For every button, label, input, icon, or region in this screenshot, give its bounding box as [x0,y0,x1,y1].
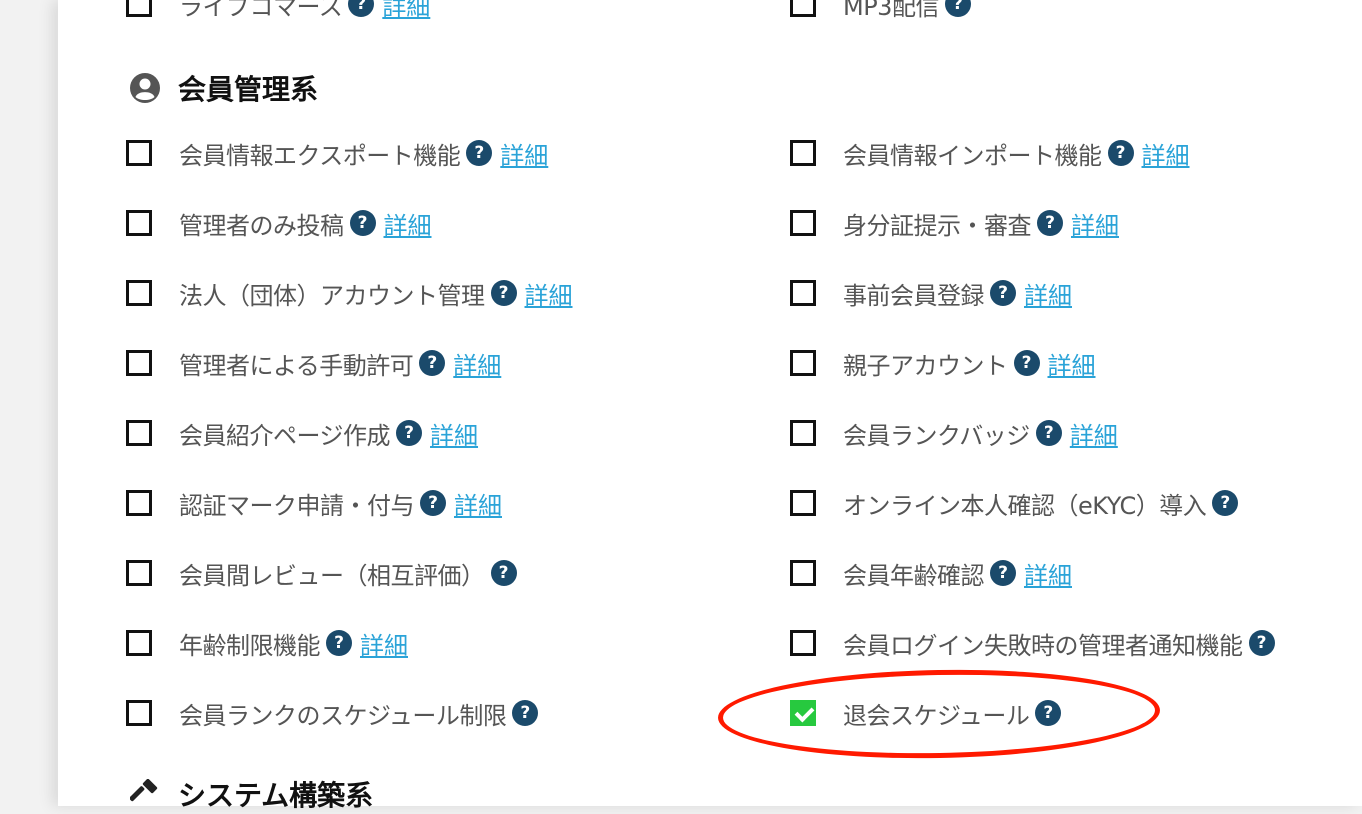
detail-link[interactable]: 詳細 [1048,346,1096,381]
option-label: 認証マーク申請・付与 [179,491,415,520]
option-row[interactable]: 年齢制限機能? 詳細 [126,623,408,663]
option-row[interactable]: 会員情報インポート機能? 詳細 [790,133,1190,173]
section-title: システム構築系 [178,779,374,812]
option-row[interactable]: 管理者による手動許可? 詳細 [126,343,501,383]
help-icon[interactable]: ? [1212,490,1239,516]
checkbox[interactable] [790,560,816,586]
checkbox[interactable] [790,630,816,656]
option-label: 会員紹介ページ作成 [179,421,391,450]
detail-link[interactable]: 詳細 [525,276,573,311]
option-live-commerce[interactable]: ライブコマース ? 詳細 [126,0,430,24]
checkbox[interactable] [790,350,816,376]
option-label: 身分証提示・審査 [843,211,1032,240]
checkbox[interactable] [126,490,152,516]
help-icon[interactable]: ? [990,560,1016,586]
checkbox[interactable] [126,560,152,586]
option-row[interactable]: オンライン本人確認（eKYC）導入? [790,483,1239,523]
option-label: 会員情報インポート機能 [843,141,1102,170]
help-icon[interactable]: ? [512,700,539,726]
option-mp3[interactable]: MP3配信 ? [790,0,971,24]
detail-link[interactable]: 詳細 [382,0,430,22]
detail-link[interactable]: 詳細 [1071,206,1119,241]
option-label: 会員ログイン失敗時の管理者通知機能 [843,631,1243,660]
detail-link[interactable]: 詳細 [1070,416,1118,451]
option-label: 会員間レビュー（相互評価） [179,561,485,590]
section-header-system: システム構築系 [130,774,373,814]
option-label: 法人（団体）アカウント管理 [179,281,485,310]
help-icon[interactable]: ? [490,280,517,306]
help-icon[interactable]: ? [1035,420,1062,446]
checkbox[interactable] [126,140,152,166]
option-label: 親子アカウント [843,351,1008,380]
checkbox[interactable] [126,630,152,656]
checkbox[interactable] [126,210,152,236]
option-row[interactable]: 事前会員登録? 詳細 [790,273,1072,313]
help-icon[interactable]: ? [396,420,423,446]
help-icon[interactable]: ? [1248,630,1275,656]
option-label: 管理者による手動許可 [179,351,414,380]
option-row[interactable]: 認証マーク申請・付与? 詳細 [126,483,502,523]
option-row[interactable]: 会員ログイン失敗時の管理者通知機能? [790,623,1275,663]
user-circle-icon [130,73,160,103]
option-label: 会員ランクのスケジュール制限 [179,701,507,730]
option-label: 年齢制限機能 [179,631,321,660]
help-icon[interactable]: ? [326,630,352,656]
section-header-member: 会員管理系 [130,68,318,108]
detail-link[interactable]: 詳細 [453,346,501,381]
checkbox[interactable] [126,0,152,17]
detail-link[interactable]: 詳細 [1142,136,1190,171]
option-row[interactable]: 親子アカウント? 詳細 [790,343,1096,383]
option-row[interactable]: 会員間レビュー（相互評価）? [126,553,517,593]
option-label: 会員情報エクスポート機能 [179,141,461,170]
option-row[interactable]: 会員年齢確認? 詳細 [790,553,1072,593]
option-row[interactable]: 会員紹介ページ作成? 詳細 [126,413,478,453]
option-row[interactable]: 管理者のみ投稿? 詳細 [126,203,432,243]
section-title: 会員管理系 [178,73,319,106]
detail-link[interactable]: 詳細 [1024,556,1072,591]
option-row[interactable]: 会員ランクバッジ? 詳細 [790,413,1118,453]
help-icon[interactable]: ? [944,0,971,17]
option-row[interactable]: 会員情報エクスポート機能? 詳細 [126,133,548,173]
help-icon[interactable]: ? [466,140,493,166]
help-icon[interactable]: ? [420,490,446,516]
checkbox[interactable] [790,280,816,306]
detail-link[interactable]: 詳細 [1024,276,1072,311]
option-label: ライブコマース [179,0,343,21]
option-label: MP3配信 [843,0,939,21]
checkbox[interactable] [126,280,152,306]
checkbox[interactable] [126,420,152,446]
checkbox[interactable] [790,0,816,17]
detail-link[interactable]: 詳細 [454,486,502,521]
option-row[interactable]: 会員ランクのスケジュール制限? [126,693,539,733]
checkbox[interactable] [790,210,816,236]
option-label: オンライン本人確認（eKYC）導入 [843,491,1207,520]
option-label: 会員ランクバッジ [843,421,1030,450]
checkbox[interactable] [790,420,816,446]
option-row[interactable]: 身分証提示・審査? 詳細 [790,203,1119,243]
checkbox[interactable] [790,490,816,516]
checkbox[interactable] [126,700,152,726]
content-panel [58,0,1362,806]
option-label: 会員年齢確認 [843,561,985,590]
help-icon[interactable]: ? [1037,210,1063,236]
help-icon[interactable]: ? [1107,140,1134,166]
checkbox[interactable] [126,350,152,376]
option-row[interactable]: 法人（団体）アカウント管理? 詳細 [126,273,573,313]
help-icon[interactable]: ? [490,560,517,586]
option-label: 事前会員登録 [843,281,985,310]
option-label: 管理者のみ投稿 [179,211,344,240]
checkbox[interactable] [790,140,816,166]
help-icon[interactable]: ? [348,0,375,17]
detail-link[interactable]: 詳細 [360,626,408,661]
help-icon[interactable]: ? [349,210,376,236]
detail-link[interactable]: 詳細 [430,416,478,451]
detail-link[interactable]: 詳細 [384,206,432,241]
help-icon[interactable]: ? [1013,350,1040,376]
detail-link[interactable]: 詳細 [500,136,548,171]
help-icon[interactable]: ? [990,280,1016,306]
hammer-icon [130,779,158,802]
help-icon[interactable]: ? [419,350,446,376]
